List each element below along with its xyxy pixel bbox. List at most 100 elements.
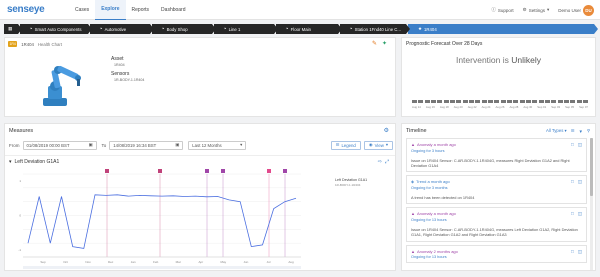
hierarchy-icon: ▦ <box>8 26 13 31</box>
forecast-date: Sep 01 <box>537 105 547 109</box>
more-icon[interactable]: ◫ <box>578 179 582 185</box>
gear-icon: ⚙ <box>522 7 527 12</box>
chart-navigator <box>23 266 301 269</box>
user-menu[interactable]: Demo User DU <box>558 4 594 16</box>
event-marker-flag <box>221 169 225 173</box>
forecast-headline-value: Unlikely <box>511 55 542 65</box>
timeline-event-label: Anomaly 2 months ago <box>416 248 458 254</box>
from-date-input[interactable]: 01/08/2019 00:00 BST ▣ <box>22 140 97 150</box>
from-label: From <box>9 142 20 148</box>
forecast-bar <box>430 100 437 103</box>
bookmark-icon[interactable]: □ <box>571 142 574 148</box>
settings-icon[interactable]: ⚙ <box>384 127 389 134</box>
breadcrumb: ▦ ‣ Smart Auto Components ‣ Automotive ‣ Bo… <box>4 24 598 34</box>
nav-dashboard[interactable]: Dashboard <box>155 0 191 20</box>
support-link[interactable]: ⓘ Support <box>491 7 513 13</box>
measure-chart[interactable]: Sep Oct Nov Dec Jan Feb Mar Apr May Jun Jul Aug -1 0 1… <box>5 169 395 270</box>
bookmark-icon[interactable]: □ <box>571 249 574 255</box>
range-select[interactable]: Last 12 Months ▾ <box>188 140 247 150</box>
more-icon[interactable]: ◫ <box>578 211 582 217</box>
forecast-bar <box>437 100 443 103</box>
search-icon[interactable]: ⚲ <box>587 128 590 134</box>
export-icon[interactable]: ⇨ <box>378 159 382 165</box>
edit-icon[interactable]: ✎ <box>372 40 377 47</box>
y-tick-label: 0 <box>19 214 21 218</box>
expand-icon[interactable]: ⤢ <box>385 159 389 165</box>
breadcrumb-item[interactable]: ‣ Station 1Fnd40 Line C... <box>340 24 410 34</box>
main-nav: Cases Explore Reports Dashboard <box>69 0 192 20</box>
legend-button[interactable]: ☰ Legend <box>330 140 361 150</box>
view-button-label: View <box>374 142 384 148</box>
timeline-description: A trend has been detected on 1R404 <box>411 194 475 200</box>
forecast-date: Aug 20 <box>453 105 463 109</box>
list-icon[interactable]: ☰ <box>571 128 575 134</box>
timeline-item[interactable]: ▲ Anomaly a month ago Ongoing for 13 hours… <box>406 207 587 242</box>
view-button[interactable]: ◉ View ▾ <box>363 140 393 150</box>
senseye-logo[interactable]: senseye <box>7 4 55 15</box>
breadcrumb-item[interactable]: ‣ Smart Auto Components <box>20 24 92 34</box>
y-tick-label: 1 <box>19 179 21 183</box>
x-tick-label: Dec <box>108 260 114 264</box>
timeline-scroll-thumb[interactable] <box>590 138 593 196</box>
settings-menu[interactable]: ⚙ Settings ▾ <box>523 7 550 13</box>
bookmark-icon[interactable]: □ <box>571 211 574 217</box>
more-icon[interactable]: ◫ <box>578 142 582 148</box>
chart-header[interactable]: ▾ Left Deviation G1A1 <box>9 159 59 165</box>
health-chart-tab[interactable]: Health Chart <box>38 42 62 47</box>
folder-icon: ‣ <box>30 26 33 31</box>
chevron-down-icon: ▾ <box>240 142 243 147</box>
x-tick-label: May <box>221 260 227 264</box>
more-icon[interactable]: ◫ <box>578 249 582 255</box>
asset-panel: 1R4 1R404 Health Chart ✎ ✦ Asset 1R404 S… <box>4 37 396 117</box>
breadcrumb-item[interactable]: ‣ Body Shop <box>152 24 216 34</box>
support-label: Support <box>497 7 514 13</box>
timeline-item[interactable]: ▲ Anomaly 2 months ago Ongoing for 13 hour… <box>406 244 587 264</box>
filter-select[interactable]: All Types ▾ <box>546 128 567 134</box>
legend-button-label: Legend <box>341 142 356 148</box>
measures-panel: Measures ⚙ From 01/08/2019 00:00 BST ▣ T… <box>4 123 396 271</box>
forecast-date: Sep 07 <box>579 105 588 109</box>
forecast-bar <box>462 100 468 103</box>
forecast-bar <box>538 100 544 103</box>
x-tick-label: Sep <box>40 260 46 264</box>
breadcrumb-item[interactable]: ‣ Floor Main <box>276 24 342 34</box>
chevron-down-icon: ▾ <box>385 142 388 147</box>
nav-cases[interactable]: Cases <box>69 0 95 20</box>
breadcrumb-item[interactable]: ‣ Automotive <box>90 24 154 34</box>
top-navigation: senseye Cases Explore Reports Dashboard … <box>0 0 600 20</box>
breadcrumb-hierarchy-button[interactable]: ▦ <box>4 24 22 34</box>
forecast-headline: Intervention is Unlikely <box>402 55 595 65</box>
x-tick-label: Jan <box>131 260 136 264</box>
event-marker-flag <box>158 169 162 173</box>
asset-id-tab[interactable]: 1R404 <box>21 42 34 47</box>
anomaly-icon: ▲ <box>411 142 415 147</box>
timeline-item[interactable]: ▲ Anomaly a month ago Ongoing for 3 hours I… <box>406 138 587 173</box>
breadcrumb-label: Smart Auto Components <box>34 26 82 32</box>
x-tick-label: Jun <box>243 260 248 264</box>
trend-icon: ◈ <box>411 179 415 185</box>
series-line <box>27 194 297 249</box>
breadcrumb-item[interactable]: ‣ Line 1 <box>214 24 278 34</box>
settings-label: Settings <box>528 7 545 13</box>
filter-icon[interactable]: ▼ <box>579 129 583 134</box>
timeline-event-label: Anomaly a month ago <box>416 211 456 217</box>
forecast-bar <box>494 100 500 103</box>
forecast-date: Aug 26 <box>495 105 505 109</box>
breadcrumb-current[interactable]: ★ 1R404 <box>408 24 598 34</box>
nav-reports[interactable]: Reports <box>126 0 156 20</box>
y-tick-label: -1 <box>18 248 21 252</box>
event-marker-flag <box>205 169 209 173</box>
collapse-icon[interactable]: ▾ <box>9 159 12 165</box>
forecast-bar <box>481 100 487 103</box>
forecast-bar <box>525 100 531 103</box>
nav-explore[interactable]: Explore <box>95 0 126 20</box>
forecast-dates: Aug 14 Aug 16 Aug 18 Aug 20 Aug 22 Aug 24 Aug … <box>412 105 588 109</box>
chart-title: Left Deviation G1A1 <box>14 159 60 165</box>
bookmark-icon[interactable]: □ <box>571 179 574 185</box>
pin-icon[interactable]: ✦ <box>382 40 387 47</box>
to-date-input[interactable]: 14/08/2019 16:34 BST ▣ <box>109 140 184 150</box>
forecast-date: Sep 03 <box>551 105 561 109</box>
timeline-item[interactable]: ◈ Trend a month ago Ongoing for 3 months A … <box>406 175 587 205</box>
forecast-bar <box>576 100 582 103</box>
forecast-panel: Prognostic Forecast Over 28 Days Interve… <box>401 37 596 117</box>
